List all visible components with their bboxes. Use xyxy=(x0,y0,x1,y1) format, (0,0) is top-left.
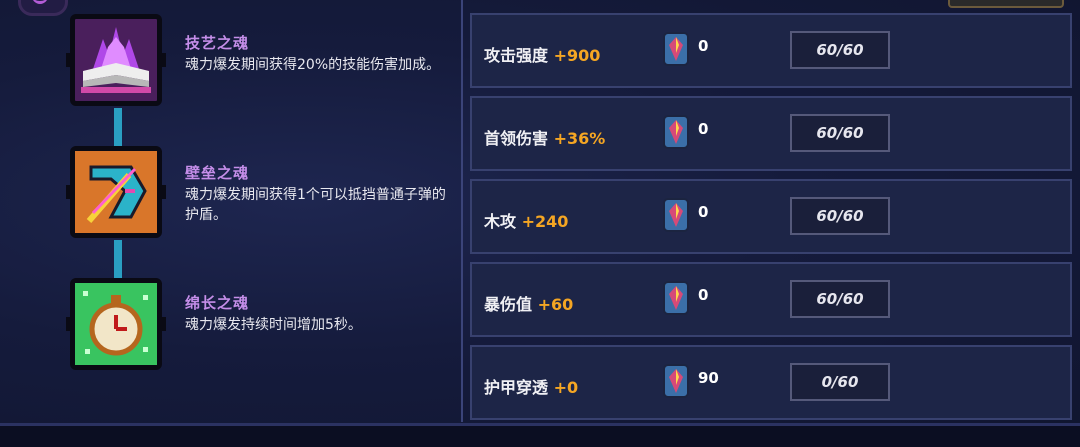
stat-count: 0 xyxy=(698,286,709,304)
magic-book-icon[interactable] xyxy=(66,14,166,106)
soul-title: 绵长之魂 xyxy=(185,294,250,312)
soul-gem-icon xyxy=(663,198,689,232)
soul-connector xyxy=(114,108,122,148)
soul-gem-icon xyxy=(663,364,689,398)
soul-title: 技艺之魂 xyxy=(185,34,250,52)
stat-bonus: +36% xyxy=(553,129,606,148)
stat-count: 0 xyxy=(698,203,709,221)
stat-progress: 60/60 xyxy=(790,114,890,152)
soul-description: 魂力爆发期间获得1个可以抵挡普通子弹的护盾。 xyxy=(185,187,446,223)
soul-gem-icon xyxy=(663,32,689,66)
stat-progress: 60/60 xyxy=(790,280,890,318)
stat-row[interactable]: 首领伤害 +36% 0 60/60 xyxy=(470,96,1072,171)
top-right-tab[interactable] xyxy=(948,0,1064,8)
stat-row[interactable]: 木攻 +240 0 60/60 xyxy=(470,179,1072,254)
soul-description: 魂力爆发持续时间增加5秒。 xyxy=(185,317,362,333)
stat-label: 首领伤害 +36% xyxy=(484,129,606,148)
stat-progress: 60/60 xyxy=(790,31,890,69)
boomerang-shield-icon[interactable] xyxy=(66,146,166,238)
soul-gem-icon xyxy=(663,281,689,315)
soul-description: 魂力爆发期间获得20%的技能伤害加成。 xyxy=(185,57,441,73)
stat-progress: 60/60 xyxy=(790,197,890,235)
pocket-watch-icon[interactable] xyxy=(66,278,166,370)
top-left-badge-icon[interactable] xyxy=(18,0,68,16)
stat-bonus: +900 xyxy=(553,46,601,65)
stat-count: 0 xyxy=(698,37,709,55)
stat-count: 90 xyxy=(698,369,719,387)
stat-row[interactable]: 暴伤值 +60 0 60/60 xyxy=(470,262,1072,337)
stat-label: 攻击强度 +900 xyxy=(484,46,601,65)
stat-label: 木攻 +240 xyxy=(484,212,569,231)
soul-title: 壁垒之魂 xyxy=(185,164,250,182)
bottom-bar xyxy=(0,423,1080,447)
soul-connector xyxy=(114,240,122,278)
stat-bonus: +60 xyxy=(537,295,574,314)
stat-label: 护甲穿透 +0 xyxy=(484,378,579,397)
panel-divider xyxy=(461,0,463,422)
soul-gem-icon xyxy=(663,115,689,149)
stat-progress: 0/60 xyxy=(790,363,890,401)
stat-bonus: +240 xyxy=(521,212,569,231)
stat-row[interactable]: 护甲穿透 +0 90 0/60 xyxy=(470,345,1072,420)
stat-label: 暴伤值 +60 xyxy=(484,295,574,314)
stat-count: 0 xyxy=(698,120,709,138)
stat-bonus: +0 xyxy=(553,378,579,397)
stat-row[interactable]: 攻击强度 +900 0 60/60 xyxy=(470,13,1072,88)
